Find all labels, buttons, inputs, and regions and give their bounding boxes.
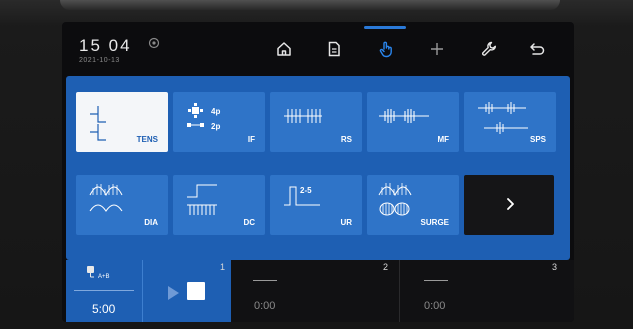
mode-dc[interactable]: DC: [173, 175, 265, 235]
mode-label: DIA: [144, 218, 158, 227]
plus-icon[interactable]: [424, 36, 450, 62]
mode-panel: TENS 4p 2p IF RS MF SPS DIA DC 2-5 UR SU…: [66, 76, 570, 260]
wrench-icon[interactable]: [476, 36, 502, 62]
mode-tens[interactable]: TENS: [76, 92, 168, 152]
back-icon[interactable]: [524, 36, 550, 62]
channel-2-placeholder: [253, 280, 277, 281]
ur-sub-top: 2-5: [300, 186, 312, 195]
mode-label: TENS: [136, 135, 158, 144]
mode-label: RS: [340, 135, 352, 144]
channel-1-info[interactable]: A+B 5:00: [66, 260, 143, 322]
mode-surge[interactable]: SURGE: [367, 175, 459, 235]
mode-rs[interactable]: RS: [270, 92, 362, 152]
next-page-button[interactable]: [464, 175, 554, 235]
if-sub-top: 4p: [211, 107, 221, 116]
separator: [74, 290, 134, 291]
device-top-edge: [60, 0, 560, 10]
mode-sps[interactable]: SPS: [464, 92, 556, 152]
status-icon: [148, 37, 160, 49]
channel-2-time: 0:00: [254, 300, 276, 312]
channel-2[interactable]: 0:00 2: [231, 260, 399, 322]
mode-label: SPS: [529, 135, 546, 144]
if-sub-bottom: 2p: [211, 122, 221, 131]
stop-button[interactable]: [187, 282, 205, 300]
play-icon[interactable]: [168, 286, 179, 300]
mode-mf[interactable]: MF: [367, 92, 459, 152]
mode-if[interactable]: 4p 2p IF: [173, 92, 265, 152]
channel-1[interactable]: A+B 5:00 1: [66, 260, 231, 322]
mode-label: DC: [243, 218, 255, 227]
channel-1-time: 5:00: [92, 302, 116, 316]
home-icon[interactable]: [271, 36, 297, 62]
channel-2-number: 2: [383, 262, 389, 272]
device-screen: 15 04 2021-10-13 TENS 4p 2p IF RS MF SPS…: [62, 22, 574, 322]
mode-label: MF: [437, 135, 449, 144]
mode-label: IF: [247, 135, 255, 144]
channel-1-number: 1: [220, 262, 226, 272]
electrode-icon: [87, 266, 94, 278]
nav-selected-indicator: [364, 26, 406, 29]
channel-3-number: 3: [552, 262, 558, 272]
clock-time: 15 04: [79, 36, 132, 55]
electrode-label: A+B: [98, 274, 110, 280]
channel-3[interactable]: 0:00 3: [400, 260, 574, 322]
channel-3-time: 0:00: [424, 300, 446, 312]
chevron-right-icon: [507, 198, 514, 210]
document-icon[interactable]: [321, 36, 347, 62]
mode-ur[interactable]: 2-5 UR: [270, 175, 362, 235]
mode-label: UR: [340, 218, 352, 227]
mode-dia[interactable]: DIA: [76, 175, 168, 235]
clock-date: 2021-10-13: [79, 57, 120, 64]
channel-3-placeholder: [424, 280, 448, 281]
hand-touch-icon[interactable]: [373, 36, 399, 62]
mode-label: SURGE: [420, 218, 449, 227]
